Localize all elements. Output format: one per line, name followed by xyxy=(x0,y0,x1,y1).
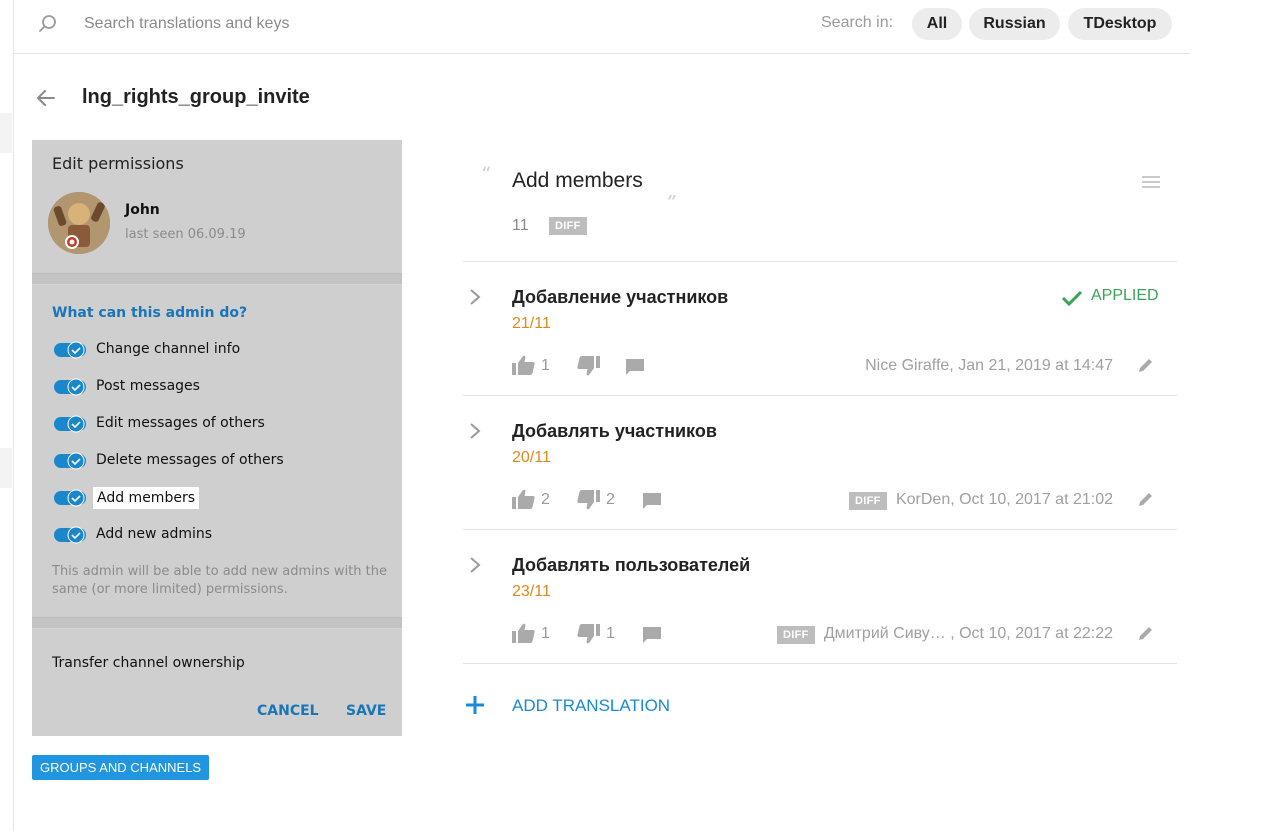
divider xyxy=(463,529,1177,530)
search-input[interactable] xyxy=(82,11,586,37)
permission-label: Add new admins xyxy=(96,526,213,542)
permission-row[interactable]: Edit messages of others xyxy=(54,413,394,435)
dislikes-count: 2 xyxy=(606,491,615,508)
user-name: John xyxy=(125,202,160,218)
divider xyxy=(463,395,1177,396)
filter-chip-russian[interactable]: Russian xyxy=(969,8,1060,40)
filter-chip-tdesktop[interactable]: TDesktop xyxy=(1068,8,1172,40)
thumbs-down-icon[interactable] xyxy=(576,490,600,510)
translation-text: Добавление участников xyxy=(512,287,729,307)
chevron-right-icon[interactable] xyxy=(467,420,483,442)
close-quote-icon: „ xyxy=(667,178,678,202)
divider xyxy=(463,261,1177,262)
translation-text: Добавлять пользователей xyxy=(512,555,751,575)
likes-count: 1 xyxy=(541,357,550,374)
key-title: lng_rights_group_invite xyxy=(82,86,310,108)
transfer-ownership-link[interactable]: Transfer channel ownership xyxy=(52,655,245,671)
translation-char-count: 23/11 xyxy=(512,583,551,600)
author-date: KorDen, Oct 10, 2017 at 21:02 xyxy=(895,491,1113,508)
diff-badge[interactable]: DIFF xyxy=(549,217,587,235)
toggle-on-icon[interactable] xyxy=(54,452,86,470)
likes-count: 2 xyxy=(541,491,550,508)
comment-icon[interactable] xyxy=(625,357,645,377)
diff-badge[interactable]: DIFF xyxy=(849,492,887,510)
thumbs-down-icon[interactable] xyxy=(576,624,600,644)
edit-icon[interactable] xyxy=(1137,490,1155,508)
permission-label: Change channel info xyxy=(96,341,241,357)
edit-icon[interactable] xyxy=(1137,356,1155,374)
cancel-button[interactable]: CANCEL xyxy=(257,703,319,719)
translation-char-count: 21/11 xyxy=(512,315,551,332)
translation-char-count: 20/11 xyxy=(512,449,551,466)
tag-button[interactable]: GROUPS AND CHANNELS xyxy=(32,755,210,780)
toggle-on-icon[interactable] xyxy=(54,489,86,507)
search-icon xyxy=(39,15,56,32)
check-icon xyxy=(1061,290,1083,307)
permission-label-highlighted: Add members xyxy=(93,487,199,509)
filter-chip-all[interactable]: All xyxy=(912,8,962,40)
permission-label: Delete messages of others xyxy=(96,452,284,468)
permission-row[interactable]: Add members xyxy=(54,487,394,509)
thumbs-down-icon[interactable] xyxy=(576,356,600,376)
comment-icon[interactable] xyxy=(642,625,662,645)
avatar-image xyxy=(48,192,110,254)
toggle-on-icon[interactable] xyxy=(54,415,86,433)
add-translation-button[interactable]: ADD TRANSLATION xyxy=(512,696,670,716)
permission-label: Edit messages of others xyxy=(96,415,265,431)
author-date: Nice Giraffe, Jan 21, 2019 at 14:47 xyxy=(865,357,1113,374)
permission-row[interactable]: Post messages xyxy=(54,376,394,398)
applied-status: APPLIED xyxy=(1091,287,1159,304)
left-edge-mark xyxy=(0,113,12,153)
back-arrow-icon[interactable] xyxy=(34,86,58,110)
section-divider xyxy=(32,273,402,285)
thumbs-up-icon[interactable] xyxy=(512,623,536,643)
section-divider xyxy=(32,617,402,629)
left-edge-mark xyxy=(0,448,12,488)
dislikes-count: 1 xyxy=(606,625,615,642)
search-in-label: Search in: xyxy=(821,14,894,31)
source-text: Add members xyxy=(512,169,643,192)
chevron-right-icon[interactable] xyxy=(467,286,483,308)
open-quote-icon: “ xyxy=(481,162,492,186)
plus-icon[interactable] xyxy=(465,695,485,715)
save-button[interactable]: SAVE xyxy=(346,703,386,719)
last-seen: last seen 06.09.19 xyxy=(125,227,246,242)
author-date: Дмитрий Сиву… , Oct 10, 2017 at 22:22 xyxy=(823,625,1113,642)
comment-icon[interactable] xyxy=(642,491,662,511)
permission-row[interactable]: Delete messages of others xyxy=(54,450,394,472)
permission-row[interactable]: Add new admins xyxy=(54,524,394,546)
permission-label: Post messages xyxy=(96,378,200,394)
section-title: What can this admin do? xyxy=(52,305,248,321)
thumbs-up-icon[interactable] xyxy=(512,489,536,509)
thumbs-up-icon[interactable] xyxy=(512,355,536,375)
avatar xyxy=(48,192,110,254)
permission-row[interactable]: Change channel info xyxy=(54,339,394,361)
likes-count: 1 xyxy=(541,625,550,642)
screenshot-header: Edit permissions xyxy=(52,154,184,173)
context-screenshot: Edit permissions John last seen 06.09.19… xyxy=(32,140,402,736)
toggle-on-icon[interactable] xyxy=(54,526,86,544)
diff-badge[interactable]: DIFF xyxy=(777,626,815,644)
char-count: 11 xyxy=(512,217,529,234)
menu-icon[interactable] xyxy=(1141,174,1161,190)
chevron-right-icon[interactable] xyxy=(467,554,483,576)
edit-icon[interactable] xyxy=(1137,624,1155,642)
toggle-on-icon[interactable] xyxy=(54,378,86,396)
toggle-on-icon[interactable] xyxy=(54,341,86,359)
divider xyxy=(463,663,1177,664)
permission-note: This admin will be able to add new admin… xyxy=(52,564,387,597)
translation-text: Добавлять участников xyxy=(512,421,717,441)
